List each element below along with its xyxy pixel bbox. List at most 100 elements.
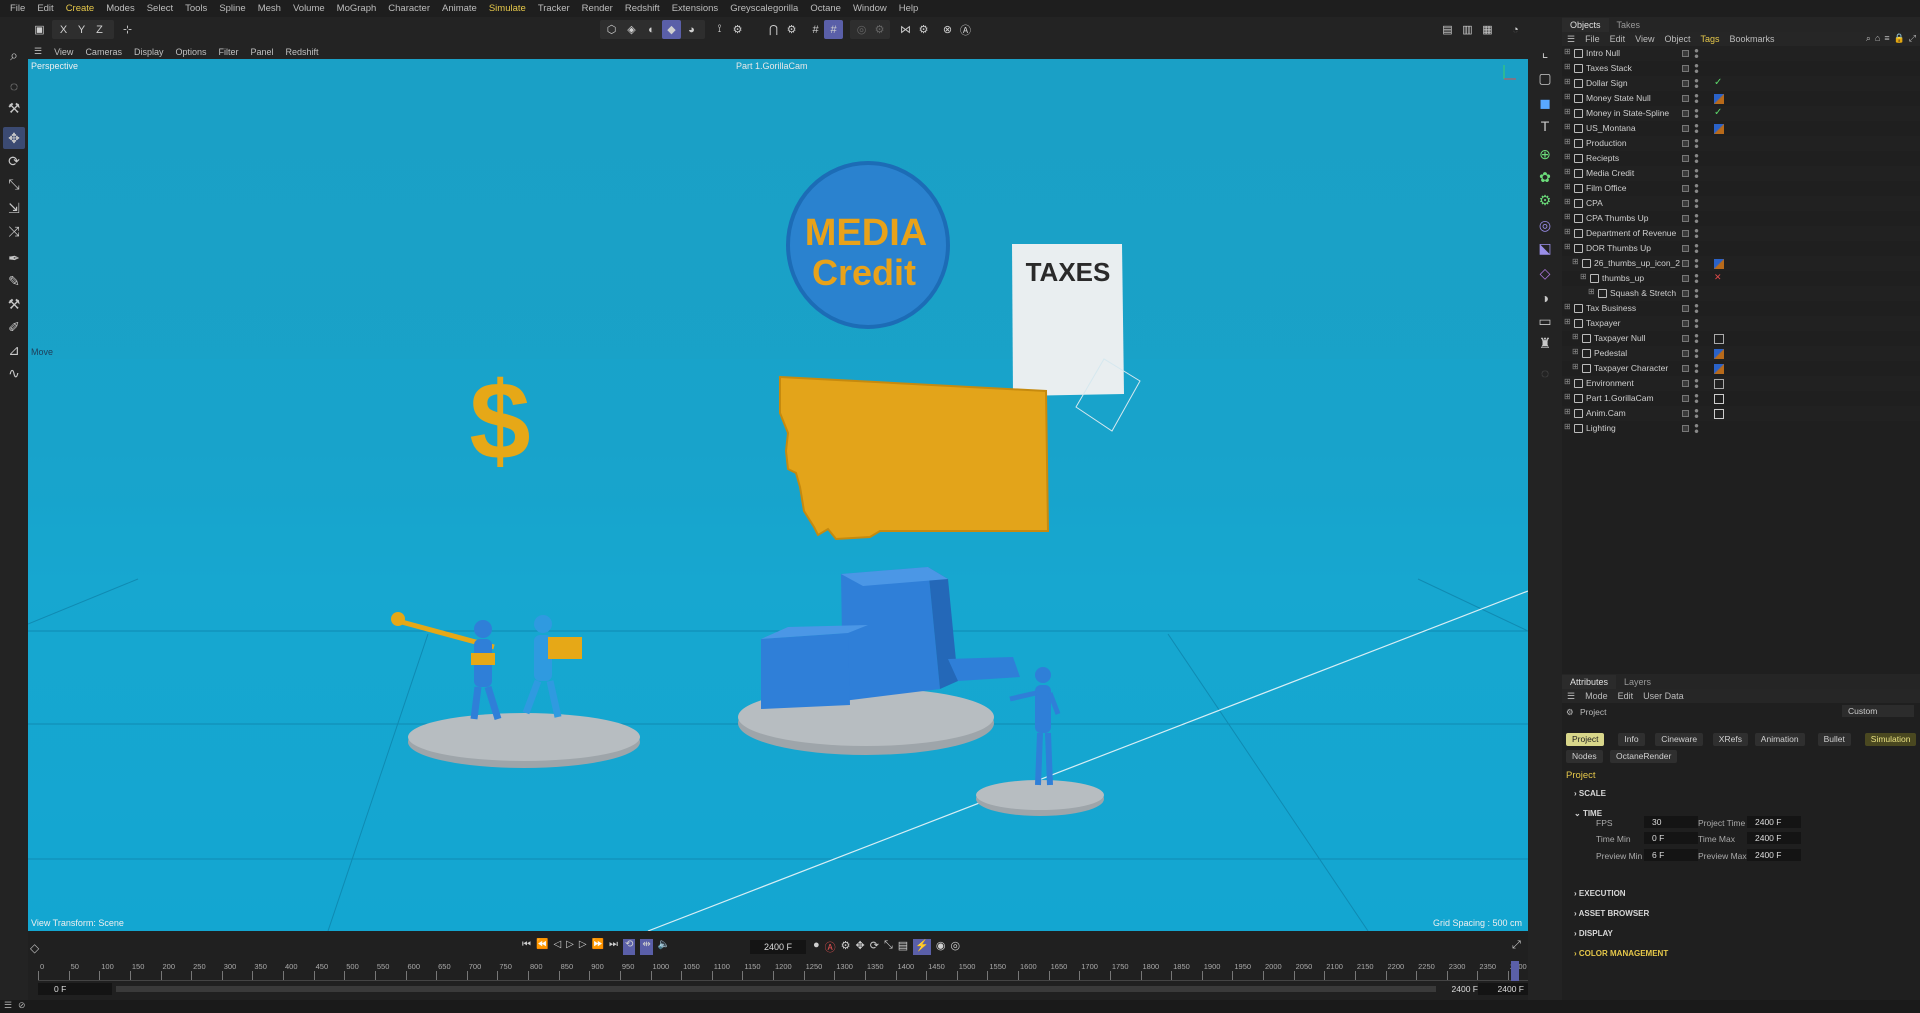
object-row[interactable]: ⊞ thumbs_up ✕	[1562, 271, 1920, 286]
cam-tag-icon[interactable]	[1714, 409, 1724, 419]
magnet-icon[interactable]: ∿	[3, 362, 25, 384]
check-tag-icon[interactable]: ✓	[1714, 107, 1724, 118]
menu-render[interactable]: Render	[576, 3, 619, 14]
object-row[interactable]: ⊞ Lighting	[1562, 421, 1920, 436]
next-key-icon[interactable]: ⏩	[592, 939, 604, 955]
tag-tag-icon[interactable]	[1714, 379, 1724, 389]
menu-window[interactable]: Window	[847, 3, 893, 14]
objects-menu-icon[interactable]: ☰	[1562, 34, 1580, 45]
go-to-end-icon[interactable]: ⏭	[609, 939, 618, 955]
object-row[interactable]: ⊞ Taxpayer Null	[1562, 331, 1920, 346]
effector-icon[interactable]: ⚙	[1534, 189, 1556, 211]
expand-toggle-icon[interactable]: ⊞	[1564, 152, 1571, 161]
brush-icon[interactable]: ✐	[3, 316, 25, 338]
scale-tool-icon[interactable]: ⤡	[3, 173, 25, 195]
render-toggle[interactable]	[1694, 198, 1699, 209]
preview-range-bar[interactable]	[116, 986, 1436, 992]
knife-icon[interactable]: ⊿	[3, 339, 25, 361]
tab-attributes[interactable]: Attributes	[1562, 675, 1617, 689]
section-asset-browser[interactable]: › ASSET BROWSER	[1574, 909, 1649, 918]
timeline-start-field[interactable]: 0 F	[38, 983, 112, 995]
object-row[interactable]: ⊞ Anim.Cam	[1562, 406, 1920, 421]
check-tag-icon[interactable]: ✓	[1714, 77, 1724, 88]
render-settings-icon[interactable]: ◔	[1506, 20, 1525, 39]
symmetry-settings-icon[interactable]: ⚙	[914, 20, 933, 39]
search-icon[interactable]: ⌕	[1866, 33, 1871, 44]
expand-toggle-icon[interactable]: ⊞	[1564, 317, 1571, 326]
transform-tool-icon[interactable]: ⇲	[3, 197, 25, 219]
key-position-icon[interactable]: ✥	[856, 939, 865, 955]
time-min-field[interactable]: 0 F	[1644, 832, 1698, 844]
render-toggle[interactable]	[1694, 108, 1699, 119]
expand-toggle-icon[interactable]: ⊞	[1564, 107, 1571, 116]
menu-tools[interactable]: Tools	[179, 3, 213, 14]
expand-toggle-icon[interactable]: ⊞	[1564, 92, 1571, 101]
viewport-menu-display[interactable]: Display	[128, 47, 170, 57]
expand-toggle-icon[interactable]: ⊞	[1564, 227, 1571, 236]
menu-select[interactable]: Select	[141, 3, 179, 14]
fps-field[interactable]: 30	[1644, 816, 1698, 828]
visibility-toggle[interactable]	[1682, 50, 1689, 57]
object-row[interactable]: ⊞ Part 1.GorillaCam	[1562, 391, 1920, 406]
visibility-toggle[interactable]	[1682, 155, 1689, 162]
render-toggle[interactable]	[1694, 78, 1699, 89]
timeline-ruler[interactable]: 0 50 100 150 200 250 300 350 400 450 500 550 600 650 7…	[38, 961, 1528, 981]
viewport-menu-redshift[interactable]: Redshift	[280, 47, 325, 57]
expand-toggle-icon[interactable]: ⊞	[1564, 212, 1571, 221]
menu-character[interactable]: Character	[382, 3, 436, 14]
3d-viewport[interactable]: MEDIA Credit TAXES $ Perspective Part 1.…	[28, 59, 1528, 931]
render-toggle[interactable]	[1694, 138, 1699, 149]
section-execution[interactable]: › EXECUTION	[1574, 889, 1626, 898]
viewport-menu-filter[interactable]: Filter	[213, 47, 245, 57]
render-toggle[interactable]	[1694, 168, 1699, 179]
menu-volume[interactable]: Volume	[287, 3, 331, 14]
preview-min-field[interactable]: 6 F	[1644, 849, 1698, 861]
model-mode-icon[interactable]: ⬡	[602, 20, 621, 39]
cube-icon[interactable]: ◼	[1534, 92, 1556, 114]
section-color-management[interactable]: › COLOR MANAGEMENT	[1574, 949, 1668, 958]
expand-toggle-icon[interactable]: ⊞	[1564, 197, 1571, 206]
move-tool-icon[interactable]: ✥	[3, 127, 25, 149]
x-tag-icon[interactable]: ✕	[1714, 272, 1724, 282]
expand-toggle-icon[interactable]: ⊞	[1564, 422, 1571, 431]
viewport-menu-icon[interactable]: ☰	[28, 46, 48, 57]
text-icon[interactable]: T	[1534, 115, 1556, 137]
polygons-mode-icon[interactable]: ◆	[662, 20, 681, 39]
expand-toggle-icon[interactable]: ⊞	[1564, 122, 1571, 131]
disabled-tool-icon[interactable]: ◌	[1534, 362, 1556, 384]
visibility-toggle[interactable]	[1682, 170, 1689, 177]
attr-tab-simulation[interactable]: Simulation	[1864, 733, 1917, 746]
visibility-toggle[interactable]	[1682, 260, 1689, 267]
expand-toggle-icon[interactable]: ⊞	[1564, 137, 1571, 146]
objects-menu-view[interactable]: View	[1630, 34, 1659, 44]
visibility-toggle[interactable]	[1682, 335, 1689, 342]
render-toggle[interactable]	[1694, 243, 1699, 254]
axis-z-toggle[interactable]: Z	[90, 20, 109, 39]
object-row[interactable]: ⊞ Production	[1562, 136, 1920, 151]
camera-icon[interactable]: ▭	[1534, 310, 1556, 332]
visibility-toggle[interactable]	[1682, 350, 1689, 357]
object-row[interactable]: ⊞ 26_thumbs_up_icon_2	[1562, 256, 1920, 271]
menu-spline[interactable]: Spline	[213, 3, 251, 14]
attr-tab-cineware[interactable]: Cineware	[1655, 733, 1704, 746]
visibility-toggle[interactable]	[1682, 275, 1689, 282]
object-row[interactable]: ⊞ Department of Revenue	[1562, 226, 1920, 241]
field-icon[interactable]: ◇	[1534, 262, 1556, 284]
key-scale-icon[interactable]: ⤡	[884, 939, 893, 955]
expand-toggle-icon[interactable]: ⊞	[1588, 287, 1595, 296]
object-row[interactable]: ⊞ Taxes Stack	[1562, 61, 1920, 76]
bend-icon[interactable]: ⬕	[1534, 237, 1556, 259]
expand-toggle-icon[interactable]: ⊞	[1564, 377, 1571, 386]
attributes-menu-icon[interactable]: ☰	[1562, 691, 1580, 702]
environment-icon[interactable]: ◑	[1534, 287, 1556, 309]
render-toggle[interactable]	[1694, 288, 1699, 299]
snap-settings-icon[interactable]: ⚙	[782, 20, 801, 39]
preview-max-field[interactable]: 2400 F	[1747, 849, 1801, 861]
viewport-menu-panel[interactable]: Panel	[245, 47, 280, 57]
snap-icon[interactable]: ⋂	[764, 20, 783, 39]
visibility-toggle[interactable]	[1682, 425, 1689, 432]
key-settings-icon[interactable]: ⚙	[841, 939, 851, 955]
object-row[interactable]: ⊞ Media Credit	[1562, 166, 1920, 181]
expand-toggle-icon[interactable]: ⊞	[1564, 77, 1571, 86]
render-toggle[interactable]	[1694, 408, 1699, 419]
